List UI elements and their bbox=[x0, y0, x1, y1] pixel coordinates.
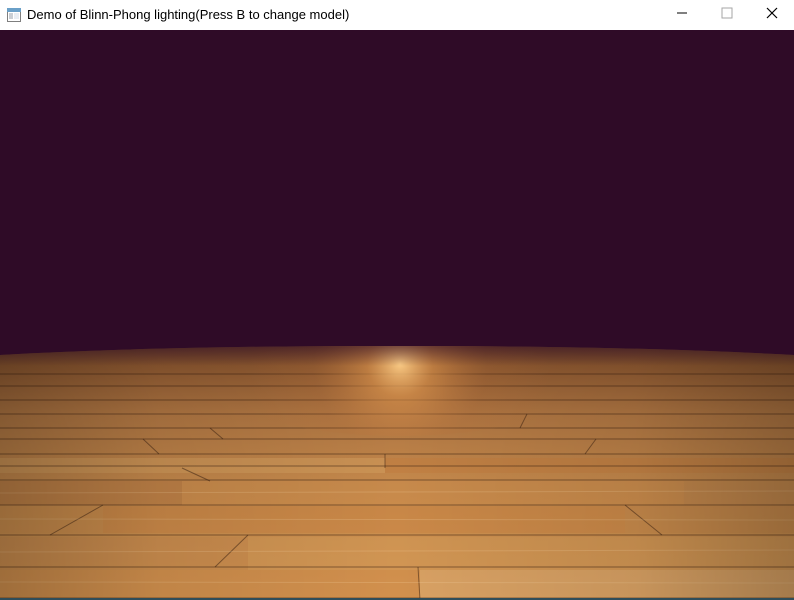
render-canvas[interactable] bbox=[0, 30, 794, 600]
opengl-scene bbox=[0, 30, 794, 600]
minimize-button[interactable] bbox=[659, 0, 704, 30]
close-icon bbox=[766, 6, 778, 24]
window-controls bbox=[659, 0, 794, 30]
minimize-icon bbox=[676, 6, 688, 24]
window-title: Demo of Blinn-Phong lighting(Press B to … bbox=[27, 7, 350, 22]
application-window: Demo of Blinn-Phong lighting(Press B to … bbox=[0, 0, 794, 600]
title-bar[interactable]: Demo of Blinn-Phong lighting(Press B to … bbox=[0, 0, 794, 30]
close-button[interactable] bbox=[749, 0, 794, 30]
maximize-icon bbox=[721, 6, 733, 24]
app-window-icon bbox=[6, 7, 22, 23]
maximize-button[interactable] bbox=[704, 0, 749, 30]
